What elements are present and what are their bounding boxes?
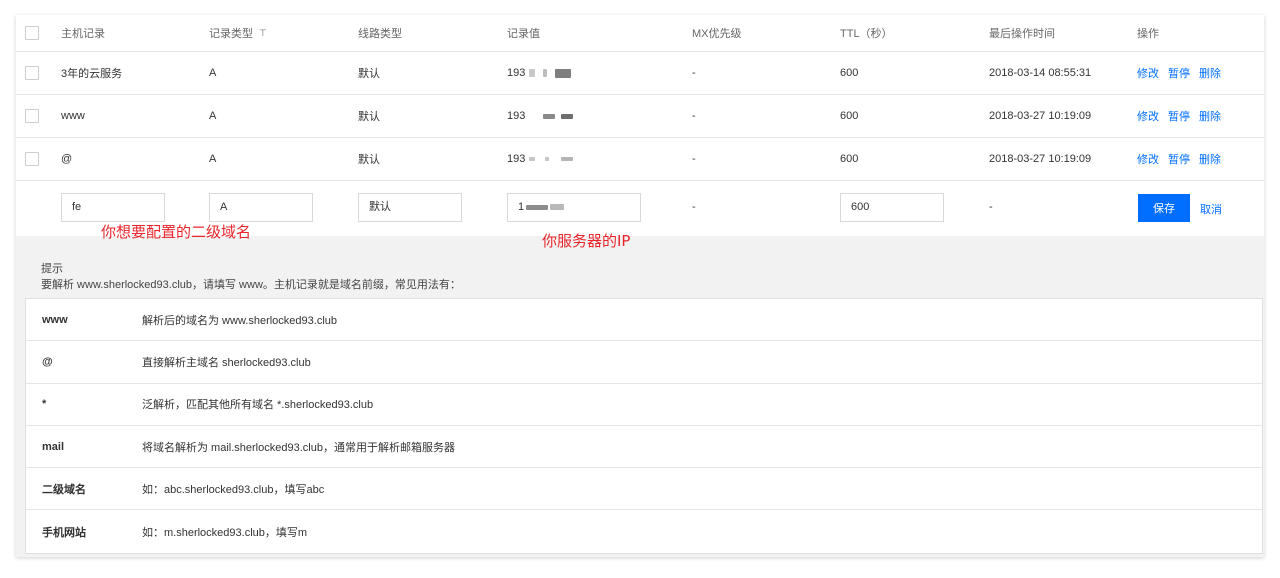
- row-checkbox[interactable]: [25, 152, 39, 166]
- delete-link[interactable]: 删除: [1199, 68, 1221, 80]
- host-annotation: 你想要配置的二级域名: [101, 223, 252, 241]
- header-type[interactable]: 记录类型 ⊤: [209, 25, 267, 41]
- header-host: 主机记录: [61, 28, 105, 40]
- filter-icon[interactable]: ⊤: [259, 28, 267, 39]
- header-ttl: TTL（秒）: [840, 28, 893, 40]
- record-ttl: 600: [840, 67, 859, 79]
- redacted-blur: [561, 113, 574, 119]
- list-item: @ 直接解析主域名 sherlocked93.club: [26, 341, 1262, 384]
- value-input[interactable]: 1: [507, 193, 641, 222]
- ttl-input[interactable]: 600: [840, 193, 944, 222]
- tip-table: www 解析后的域名为 www.sherlocked93.club @ 直接解析…: [25, 298, 1263, 554]
- line-select[interactable]: 默认: [358, 193, 462, 222]
- record-time: 2018-03-27 10:19:09: [989, 153, 1092, 165]
- record-mx: -: [692, 67, 696, 79]
- record-value-text: 193: [507, 153, 526, 165]
- record-host: @: [61, 153, 73, 165]
- table-row: www A 默认 193 - 600 2018-03-27 10:19:09 修…: [16, 95, 1264, 138]
- header-time: 最后操作时间: [989, 28, 1055, 40]
- tip-value: 直接解析主域名 sherlocked93.club: [142, 356, 311, 369]
- edit-link[interactable]: 修改: [1137, 111, 1159, 123]
- record-mx: -: [692, 110, 696, 122]
- tip-key: @: [42, 355, 53, 368]
- delete-link[interactable]: 删除: [1199, 111, 1221, 123]
- record-type: A: [209, 67, 217, 79]
- record-ttl: 600: [840, 153, 859, 165]
- tip-section: 提示 要解析 www.sherlocked93.club，请填写 www。主机记…: [16, 236, 1264, 557]
- list-item: www 解析后的域名为 www.sherlocked93.club: [26, 299, 1262, 342]
- record-line: 默认: [358, 111, 380, 123]
- redacted-blur: [543, 69, 548, 78]
- type-select[interactable]: A: [209, 193, 313, 222]
- select-all-checkbox[interactable]: [25, 26, 39, 40]
- record-host: www: [61, 110, 85, 122]
- tip-value: 如：m.sherlocked93.club，填写m: [142, 526, 308, 539]
- value-input-text: 1: [518, 201, 525, 213]
- pause-link[interactable]: 暂停: [1168, 111, 1190, 123]
- record-ttl: 600: [840, 110, 859, 122]
- tip-value: 解析后的域名为 www.sherlocked93.club: [142, 314, 338, 327]
- delete-link[interactable]: 删除: [1199, 154, 1221, 166]
- redacted-blur: [529, 69, 536, 78]
- tip-key: *: [42, 398, 47, 411]
- new-record-mx: -: [692, 201, 696, 213]
- cancel-link[interactable]: 取消: [1200, 201, 1222, 217]
- redacted-blur: [550, 204, 565, 211]
- edit-link[interactable]: 修改: [1137, 68, 1159, 80]
- tip-value: 如：abc.sherlocked93.club，填写abc: [142, 483, 325, 496]
- record-value: 193: [507, 110, 574, 122]
- header-ops: 操作: [1137, 28, 1159, 40]
- record-time: 2018-03-14 08:55:31: [989, 67, 1092, 79]
- record-value-text: 193: [507, 110, 526, 122]
- record-type: A: [209, 110, 217, 122]
- record-time: 2018-03-27 10:19:09: [989, 110, 1092, 122]
- host-input[interactable]: fe: [61, 193, 165, 222]
- pause-link[interactable]: 暂停: [1168, 154, 1190, 166]
- tip-value: 将域名解析为 mail.sherlocked93.club，通常用于解析邮箱服务…: [142, 441, 455, 454]
- record-value: 193: [507, 153, 574, 165]
- list-item: mail 将域名解析为 mail.sherlocked93.club，通常用于解…: [26, 426, 1262, 469]
- dns-records-panel: 主机记录 记录类型 ⊤ 线路类型 记录值 MX优先级 TTL（秒） 最后操作时间 …: [16, 15, 1264, 557]
- redacted-blur: [526, 204, 549, 210]
- record-ops: 修改 暂停 删除: [1137, 108, 1230, 124]
- redacted-blur: [529, 157, 536, 162]
- list-item: 二级域名 如：abc.sherlocked93.club，填写abc: [26, 468, 1262, 511]
- record-value: 193: [507, 67, 572, 79]
- edit-link[interactable]: 修改: [1137, 154, 1159, 166]
- row-checkbox[interactable]: [25, 109, 39, 123]
- record-host: 3年的云服务: [61, 68, 123, 80]
- save-button[interactable]: 保存: [1138, 194, 1190, 222]
- record-line: 默认: [358, 68, 380, 80]
- tip-title: 提示: [41, 263, 63, 275]
- list-item: 手机网站 如：m.sherlocked93.club，填写m: [26, 510, 1262, 552]
- new-record-time: -: [989, 201, 993, 213]
- tip-key: 手机网站: [42, 526, 86, 539]
- header-value: 记录值: [507, 28, 540, 40]
- record-type: A: [209, 153, 217, 165]
- header-type-label: 记录类型: [209, 28, 253, 40]
- record-value-text: 193: [507, 67, 526, 79]
- header-mx: MX优先级: [692, 28, 742, 40]
- ip-annotation: 你服务器的IP: [542, 232, 631, 250]
- redacted-blur: [561, 157, 574, 162]
- tip-description: 要解析 www.sherlocked93.club，请填写 www。主机记录就是…: [41, 279, 461, 291]
- record-ops: 修改 暂停 删除: [1137, 65, 1230, 81]
- table-row: @ A 默认 193 - 600 2018-03-27 10:19:09 修改暂…: [16, 138, 1264, 181]
- record-ops: 修改 暂停 删除: [1137, 151, 1230, 167]
- tip-key: mail: [42, 440, 65, 453]
- table-header: 主机记录 记录类型 ⊤ 线路类型 记录值 MX优先级 TTL（秒） 最后操作时间 …: [16, 15, 1264, 52]
- record-line: 默认: [358, 154, 380, 166]
- pause-link[interactable]: 暂停: [1168, 68, 1190, 80]
- table-row: 3年的云服务 A 默认 193 - 600 2018-03-14 08:55:3…: [16, 52, 1264, 95]
- redacted-blur: [543, 113, 556, 119]
- redacted-blur: [545, 157, 550, 162]
- list-item: * 泛解析，匹配其他所有域名 *.sherlocked93.club: [26, 384, 1262, 426]
- header-line: 线路类型: [358, 28, 402, 40]
- tip-key: www: [42, 313, 68, 326]
- row-checkbox[interactable]: [25, 66, 39, 80]
- record-mx: -: [692, 153, 696, 165]
- tip-value: 泛解析，匹配其他所有域名 *.sherlocked93.club: [142, 399, 374, 412]
- redacted-blur: [555, 68, 572, 78]
- tip-key: 二级域名: [42, 483, 86, 496]
